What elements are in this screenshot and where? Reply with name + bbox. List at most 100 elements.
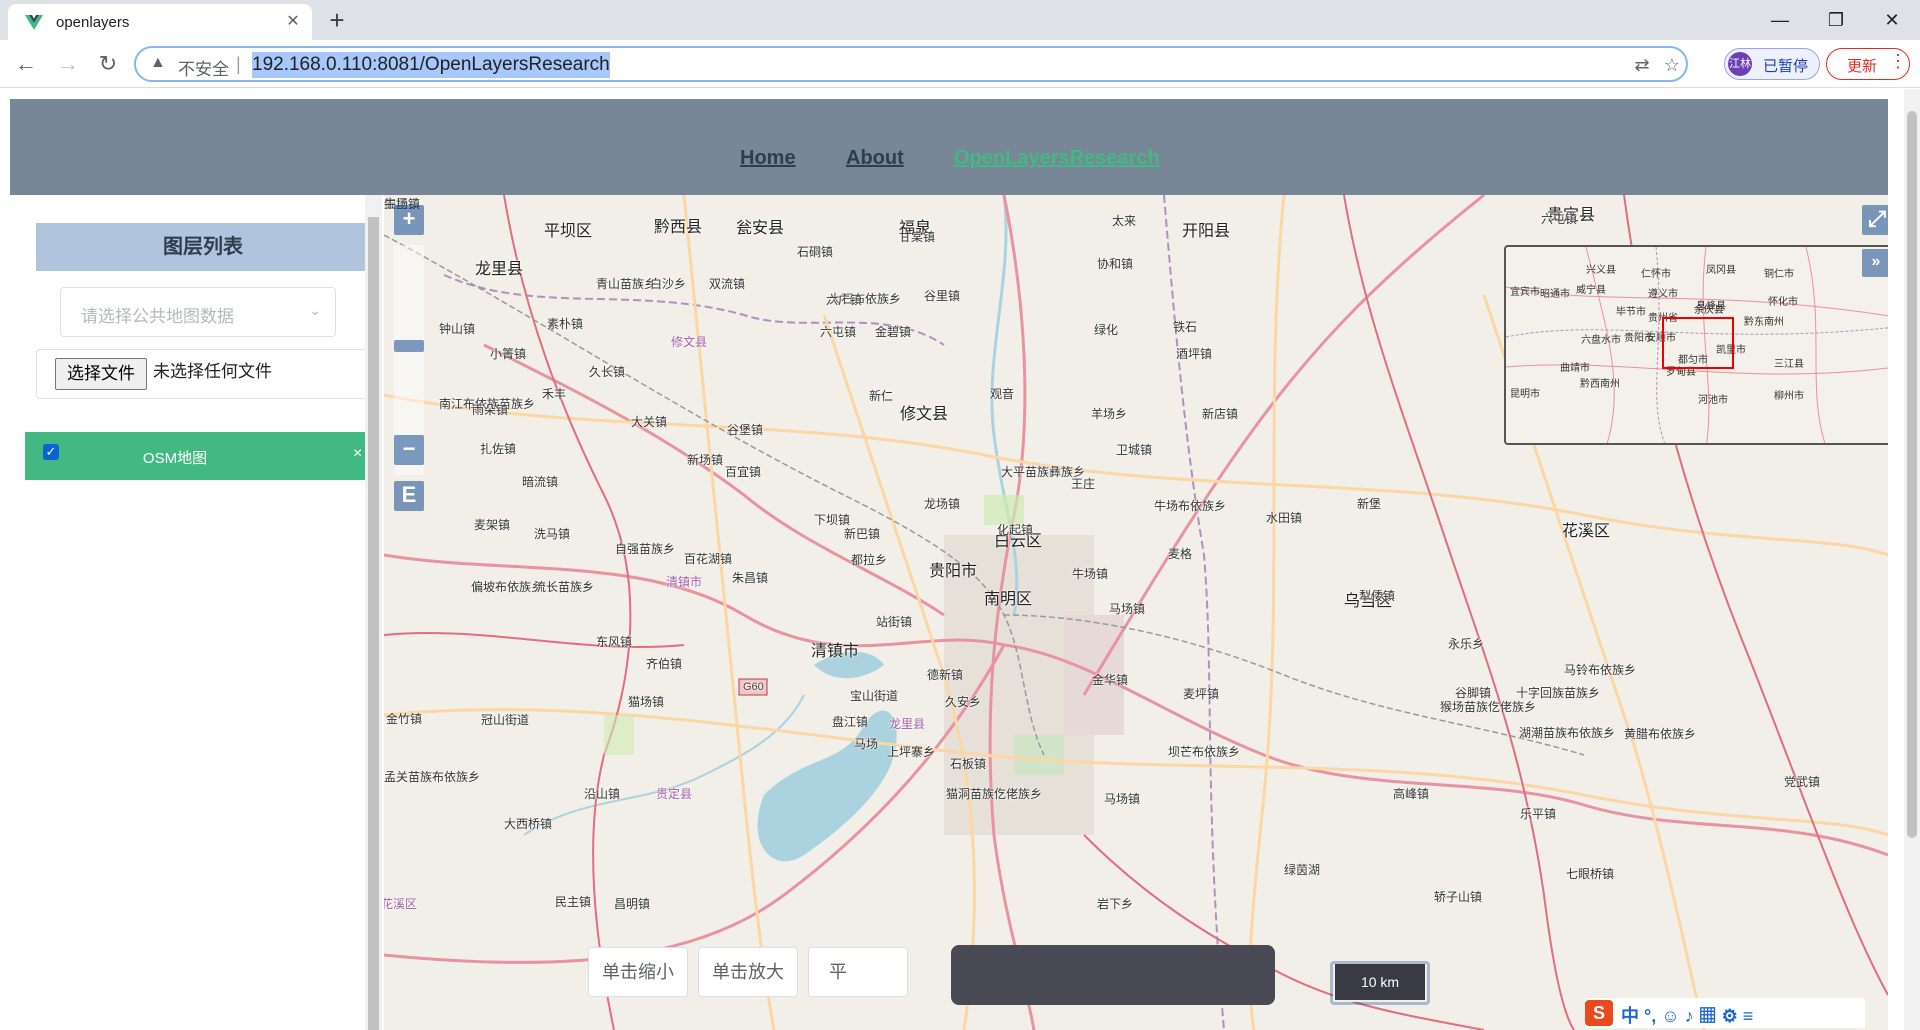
- overview-place-label: 柳州市: [1774, 391, 1804, 402]
- map-place-label: 龙里县: [889, 717, 926, 731]
- page-scroll-thumb[interactable]: [1907, 111, 1917, 838]
- warning-icon: ▲: [150, 54, 166, 71]
- tab-close-icon[interactable]: ✕: [282, 11, 304, 33]
- map-place-label: 齐伯镇: [646, 657, 683, 671]
- browser-tab[interactable]: openlayers ✕: [8, 4, 312, 40]
- map-place-label: 修文县: [900, 406, 949, 423]
- file-input: 选择文件 未选择任何文件: [36, 349, 370, 399]
- map-place-label: 百宜镇: [725, 465, 762, 479]
- map-place-label: 金竹镇: [386, 712, 423, 726]
- page-content: Home About OpenLayersResearch 图层列表 请选择公共…: [0, 89, 1920, 1030]
- zoom-slider-thumb[interactable]: [394, 340, 424, 352]
- overview-place-label: 曲靖市: [1560, 363, 1590, 374]
- map-place-label: 化起镇: [997, 523, 1034, 537]
- address-bar[interactable]: ▲ 不安全 | 192.168.0.110:8081/OpenLayersRes…: [134, 46, 1688, 82]
- map-place-label: 永乐乡: [1448, 637, 1485, 651]
- map-place-label: 龙场镇: [924, 497, 961, 511]
- overview-map[interactable]: 兴义县 仁怀市 凤冈县 铜仁市 威宁县 遵义市 息烽县 怀化市 昭通市 毕节市 余庆县 黔东南州 贵州省…: [1504, 245, 1888, 445]
- zoom-out-button[interactable]: −: [394, 435, 424, 465]
- bookmark-star-icon[interactable]: ☆: [1660, 53, 1684, 77]
- separator: |: [236, 54, 241, 74]
- ime-toolbar[interactable]: S 中 °, ☺ ♪ ▦ ⚙ ≡: [1585, 998, 1865, 1028]
- reload-icon[interactable]: ↻: [92, 48, 124, 80]
- map-place-label: 南明区: [984, 591, 1033, 608]
- layer-name: OSM地图: [142, 450, 208, 467]
- ime-status: 中 °, ☺ ♪ ▦ ⚙ ≡: [1621, 1006, 1754, 1026]
- sidebar-scroll-thumb[interactable]: [368, 217, 379, 1030]
- map-place-label: 花溪区: [1562, 523, 1611, 540]
- map-place-label: 黄腊布依族乡: [1624, 727, 1697, 741]
- zoom-in-button[interactable]: +: [394, 205, 424, 235]
- nav-home-link[interactable]: Home: [740, 147, 796, 170]
- map-place-label: 贵定县: [656, 787, 693, 801]
- map-place-label: 绿茵湖: [1284, 863, 1321, 877]
- map-place-label: 站街镇: [876, 615, 913, 629]
- map-place-label: 久长镇: [589, 365, 626, 379]
- map-place-label: 牛场布依族乡: [1154, 499, 1227, 513]
- map-place-label: 石硐镇: [797, 245, 834, 259]
- minimize-icon[interactable]: —: [1756, 2, 1804, 38]
- map-place-label: 新堡: [1357, 497, 1382, 511]
- map-place-label: 新店镇: [1202, 407, 1239, 421]
- map-place-label: 岩下乡: [1097, 897, 1134, 911]
- map-place-label: 昌明镇: [614, 897, 651, 911]
- overview-toggle-button[interactable]: »: [1862, 249, 1888, 277]
- scale-line: 10 km: [1330, 961, 1430, 1005]
- map-place-label: 小箐镇: [490, 347, 527, 361]
- zoom-out-action-button[interactable]: 单击缩小: [588, 947, 688, 997]
- map-viewport[interactable]: 贵阳市 白云区 乌当区 南明区 清镇市 修文县 开阳县 龙里县 贵定县 花溪区 平坝区 黔西县 瓮安县福…: [384, 195, 1888, 1030]
- close-window-icon[interactable]: ✕: [1868, 2, 1916, 38]
- pan-action-button[interactable]: 平: [808, 947, 908, 997]
- overview-place-label: 昭通市: [1540, 289, 1570, 300]
- map-place-label: 轿子山镇: [1434, 890, 1483, 904]
- map-place-label: 猫洞苗族仡佬族乡: [946, 787, 1043, 801]
- public-map-select[interactable]: 请选择公共地图数据 ⌄: [60, 287, 336, 337]
- map-place-label: 太来: [1112, 214, 1137, 228]
- map-place-label: 禾丰: [542, 387, 567, 401]
- sidebar-scrollbar[interactable]: [365, 195, 382, 1030]
- overview-place-label: 怀化市: [1768, 297, 1798, 308]
- map-place-label: 马铃布依族乡: [1564, 663, 1637, 677]
- page-scrollbar[interactable]: [1904, 89, 1920, 1030]
- profile-button[interactable]: 江林 已暂停: [1724, 48, 1820, 80]
- security-label[interactable]: 不安全: [178, 55, 229, 80]
- sogou-logo-icon: S: [1585, 1000, 1613, 1026]
- browser-toolbar: ← → ↻ ▲ 不安全 | 192.168.0.110:8081/OpenLay…: [0, 40, 1920, 88]
- overview-place-label: 宜宾市: [1510, 287, 1540, 298]
- map-place-label: 沿山镇: [584, 787, 621, 801]
- tab-strip: openlayers ✕ + — ❐ ✕: [0, 0, 1920, 40]
- forward-icon[interactable]: →: [52, 48, 84, 80]
- translate-icon[interactable]: ⇄: [1630, 53, 1654, 77]
- map-place-label: 宝山街道: [850, 689, 899, 703]
- url-text[interactable]: 192.168.0.110:8081/OpenLayersResearch: [252, 52, 610, 78]
- fullscreen-icon[interactable]: ⤢: [1862, 205, 1888, 235]
- export-button[interactable]: E: [394, 481, 424, 511]
- map-place-label: 猴场苗族仡佬族乡: [1440, 700, 1537, 714]
- map-place-label: 清镇市: [666, 575, 703, 589]
- new-tab-button[interactable]: +: [322, 6, 352, 36]
- map-place-label: 花溪区: [384, 897, 418, 911]
- layer-item-osm[interactable]: ✓ OSM地图 ×: [25, 432, 370, 480]
- map-place-label: 卫城镇: [1116, 443, 1153, 457]
- update-button[interactable]: 更新 ⋮: [1826, 48, 1910, 80]
- nav-about-link[interactable]: About: [846, 147, 904, 170]
- map-place-label: 大关镇: [631, 415, 668, 429]
- map-place-label: 坝芒布依族乡: [1168, 745, 1241, 759]
- layer-remove-icon[interactable]: ×: [353, 445, 362, 463]
- map-place-label: 新仁: [869, 389, 894, 403]
- map-place-label: 上坪寨乡: [887, 745, 936, 759]
- map-place-label: 洗马镇: [534, 527, 571, 541]
- map-place-label: 久安乡: [945, 695, 982, 709]
- zoom-in-action-button[interactable]: 单击放大: [698, 947, 798, 997]
- restore-icon[interactable]: ❐: [1812, 2, 1860, 38]
- map-place-label: 都拉乡: [851, 553, 888, 567]
- map-place-label: 贵阳市: [929, 563, 978, 580]
- choose-file-button[interactable]: 选择文件: [55, 358, 147, 390]
- chevron-down-icon: ⌄: [309, 302, 321, 318]
- back-icon[interactable]: ←: [10, 48, 42, 80]
- overview-place-label: 铜仁市: [1764, 269, 1794, 280]
- map-place-label: 扎佐镇: [480, 442, 517, 456]
- scale-text: 10 km: [1333, 964, 1427, 1002]
- overview-extent-box[interactable]: [1662, 317, 1734, 369]
- nav-research-link[interactable]: OpenLayersResearch: [954, 147, 1160, 170]
